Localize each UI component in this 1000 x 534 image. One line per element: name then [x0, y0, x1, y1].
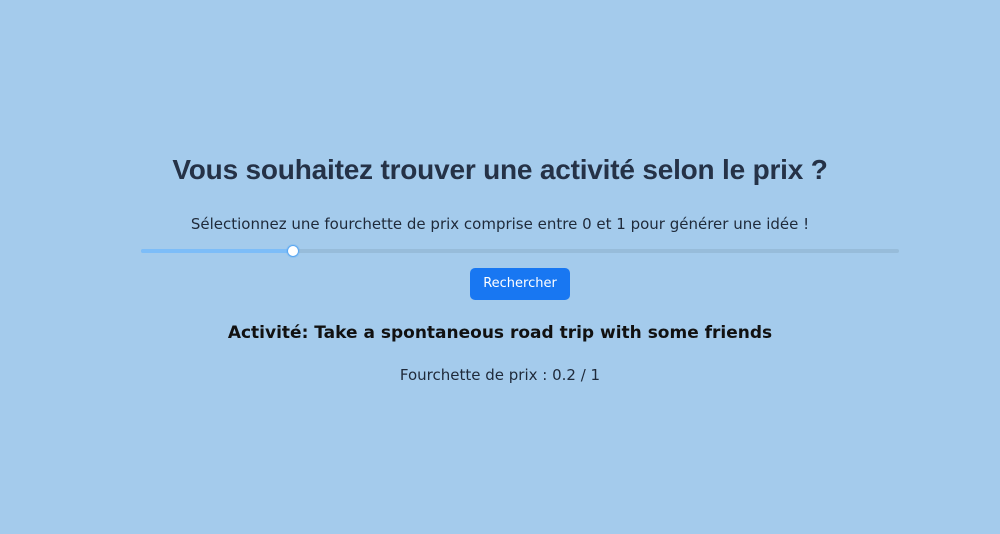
price-instruction: Sélectionnez une fourchette de prix comp… — [190, 215, 810, 233]
slider-fill — [141, 249, 293, 253]
slider-thumb[interactable] — [286, 245, 299, 257]
search-button[interactable]: Rechercher — [470, 268, 570, 300]
page-title: Vous souhaitez trouver une activité selo… — [172, 154, 828, 185]
price-range-readout: Fourchette de prix : 0.2 / 1 — [399, 366, 601, 384]
activity-result: Activité: Take a spontaneous road trip w… — [227, 323, 773, 343]
price-range-slider[interactable] — [141, 245, 899, 257]
page: Vous souhaitez trouver une activité selo… — [0, 0, 1000, 534]
